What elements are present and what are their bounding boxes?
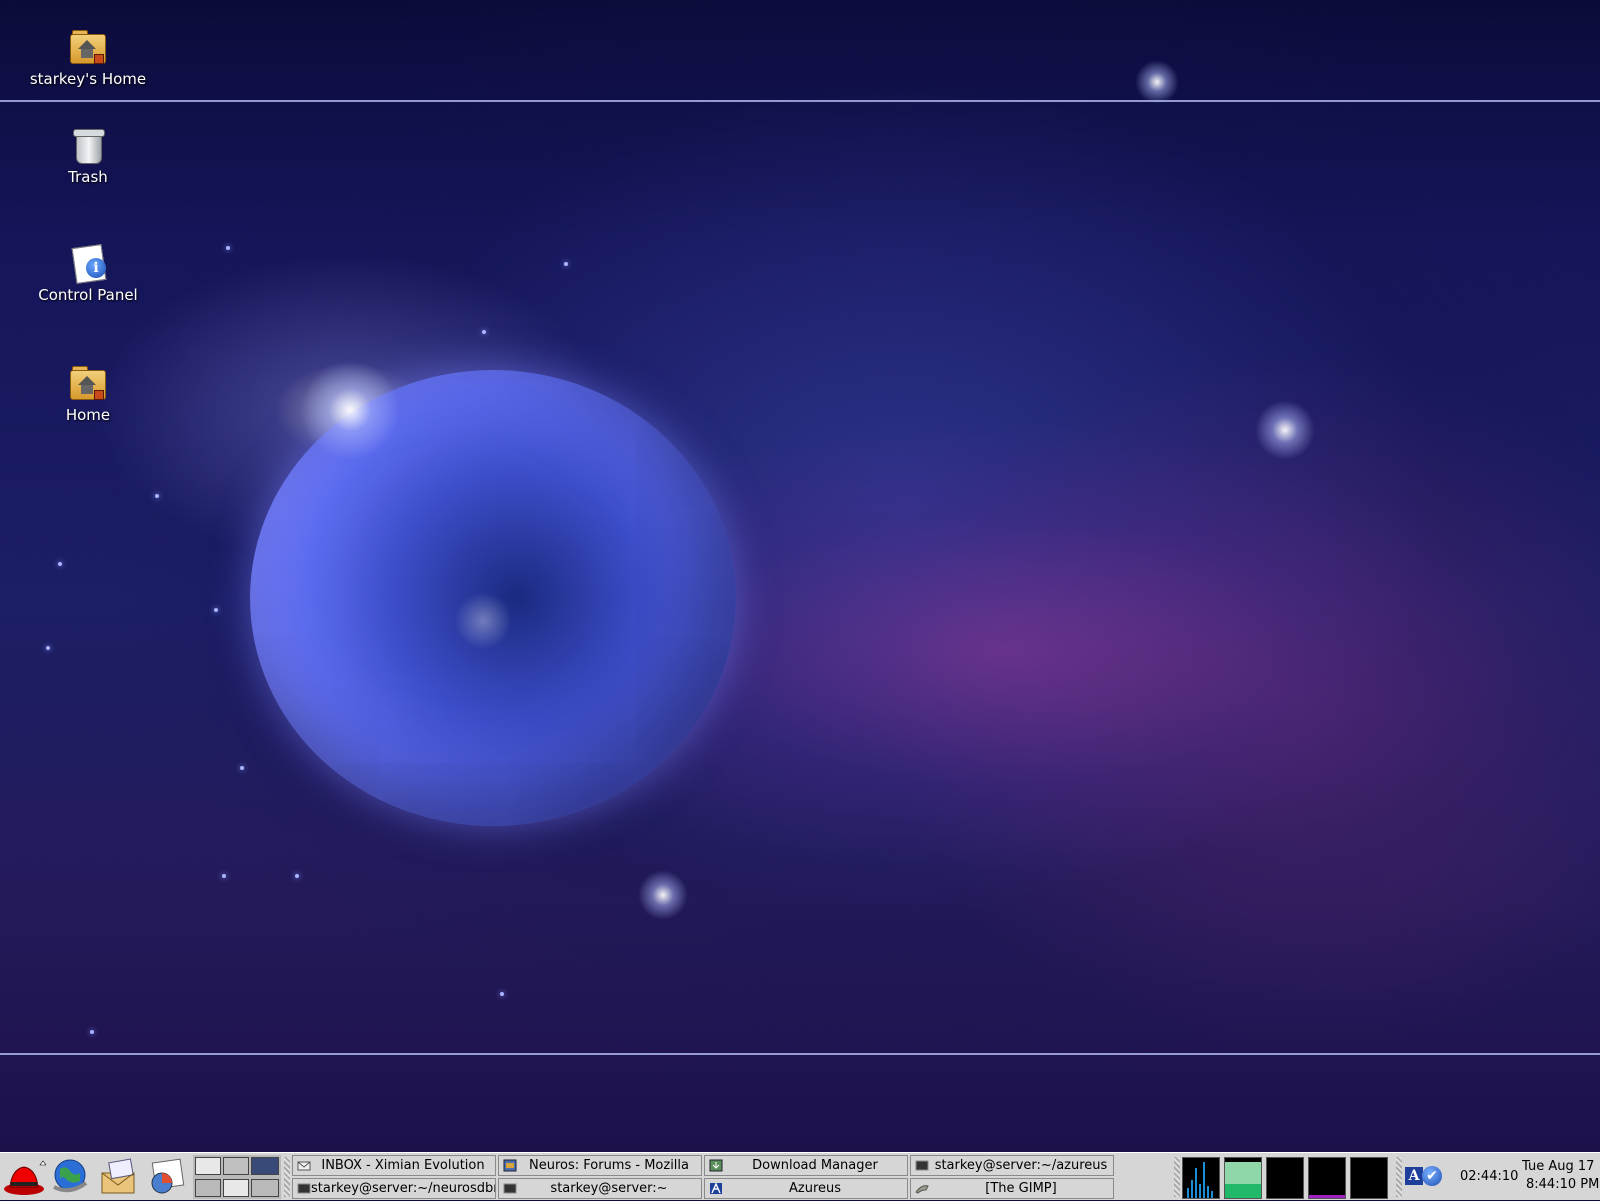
mail-icon <box>297 1159 311 1172</box>
workspace-5[interactable] <box>223 1179 249 1197</box>
cpu-load-monitor[interactable] <box>1182 1157 1220 1199</box>
wallpaper-star <box>58 562 62 566</box>
desktop-icon-label: Trash <box>68 168 108 186</box>
wallpaper-glow <box>1255 400 1315 460</box>
wallpaper-star <box>240 766 244 770</box>
wallpaper-star <box>46 646 50 650</box>
task-button[interactable]: [The GIMP] <box>910 1178 1114 1199</box>
task-label: starkey@server:~/azureus <box>934 1158 1108 1173</box>
wallpaper-star <box>214 608 218 612</box>
update-check-icon[interactable]: ✔ <box>1422 1166 1442 1186</box>
bottom-panel: INBOX - Ximian Evolution Neuros: Forums … <box>0 1152 1600 1200</box>
panel-drag-handle[interactable] <box>284 1157 290 1197</box>
task-button[interactable]: Download Manager <box>704 1155 908 1176</box>
wallpaper-star <box>564 262 568 266</box>
office-spreadsheet-icon[interactable] <box>146 1157 186 1197</box>
wallpaper-star <box>90 1030 94 1034</box>
wallpaper-bottom-line <box>0 1053 1600 1055</box>
wallpaper-star <box>222 874 226 878</box>
web-browser-icon[interactable] <box>50 1157 90 1197</box>
workspace-3[interactable] <box>251 1157 279 1175</box>
wallpaper-star <box>155 494 159 498</box>
desktop-icon-label: Home <box>65 406 111 424</box>
task-list: INBOX - Ximian Evolution Neuros: Forums … <box>292 1155 1120 1199</box>
mozilla-icon <box>503 1159 517 1172</box>
desktop-icon-label: starkey's Home <box>29 70 147 88</box>
trash-icon <box>68 126 108 166</box>
workspace-pager <box>193 1155 281 1199</box>
workspace-6[interactable] <box>251 1179 279 1197</box>
wallpaper-top-line <box>0 100 1600 102</box>
terminal-icon <box>915 1159 929 1172</box>
workspace-2[interactable] <box>223 1157 249 1175</box>
download-icon <box>709 1159 723 1172</box>
memory-load-monitor[interactable] <box>1224 1157 1262 1199</box>
desktop-icon-control-panel[interactable]: i Control Panel <box>28 244 148 304</box>
azureus-tray-icon[interactable]: A <box>1405 1167 1423 1185</box>
desktop-icon-home[interactable]: Home <box>28 364 148 424</box>
desktop-icon-starkeys-home[interactable]: starkey's Home <box>28 28 148 88</box>
email-icon[interactable] <box>98 1157 138 1197</box>
task-label: INBOX - Ximian Evolution <box>321 1158 485 1173</box>
task-button[interactable]: Azureus <box>704 1178 908 1199</box>
task-label: starkey@server:~/neurosdbm <box>311 1181 496 1196</box>
network-load-monitor[interactable] <box>1266 1157 1304 1199</box>
panel-drag-handle[interactable] <box>1174 1157 1180 1197</box>
wallpaper-star <box>295 874 299 878</box>
swap-load-monitor[interactable] <box>1308 1157 1346 1199</box>
clock-time[interactable]: 8:44:10 PM <box>1526 1177 1599 1192</box>
wallpaper-glow <box>638 870 688 920</box>
task-label: starkey@server:~ <box>550 1181 668 1196</box>
gimp-icon <box>915 1182 929 1195</box>
redhat-main-menu-icon[interactable] <box>2 1157 47 1197</box>
task-button[interactable]: Neuros: Forums - Mozilla <box>498 1155 702 1176</box>
panel-drag-handle[interactable] <box>1396 1157 1402 1197</box>
workspace-1[interactable] <box>195 1157 221 1175</box>
home-folder-icon <box>68 28 108 68</box>
task-button[interactable]: starkey@server:~/neurosdbm <box>292 1178 496 1199</box>
wallpaper-star <box>226 246 230 250</box>
desktop-icon-label: Control Panel <box>38 286 138 304</box>
task-label: Download Manager <box>752 1158 878 1173</box>
task-label: Neuros: Forums - Mozilla <box>529 1158 689 1173</box>
wallpaper-glow <box>1135 60 1179 104</box>
wallpaper-glow <box>300 360 400 460</box>
wallpaper-star <box>500 992 504 996</box>
azureus-icon <box>709 1182 723 1195</box>
task-label: Azureus <box>788 1181 842 1196</box>
terminal-icon <box>503 1182 517 1195</box>
task-button[interactable]: starkey@server:~/azureus <box>910 1155 1114 1176</box>
wallpaper-star <box>482 330 486 334</box>
task-button[interactable]: INBOX - Ximian Evolution <box>292 1155 496 1176</box>
terminal-icon <box>297 1182 311 1195</box>
workspace-4[interactable] <box>195 1179 221 1197</box>
control-panel-icon: i <box>68 244 108 284</box>
task-label: [The GIMP] <box>985 1181 1057 1196</box>
timer-display: 02:44:10 <box>1460 1169 1519 1184</box>
desktop-icon-trash[interactable]: Trash <box>28 126 148 186</box>
task-button[interactable]: starkey@server:~ <box>498 1178 702 1199</box>
home-folder-icon <box>68 364 108 404</box>
load-average-monitor[interactable] <box>1350 1157 1388 1199</box>
clock-date[interactable]: Tue Aug 17 <box>1522 1159 1594 1174</box>
